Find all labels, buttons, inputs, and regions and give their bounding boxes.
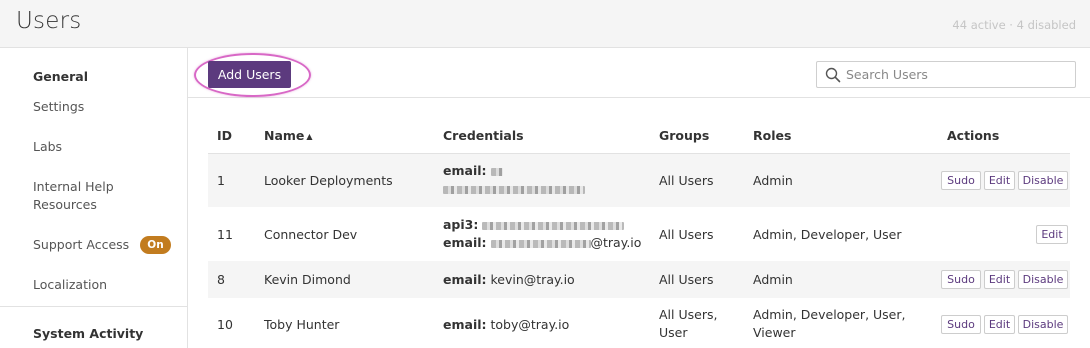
column-header-credentials: Credentials <box>443 128 524 143</box>
user-groups-line1: All Users, <box>659 307 718 322</box>
user-groups: All Users <box>659 173 714 188</box>
sidebar-item-support-access[interactable]: Support Access <box>33 236 129 254</box>
sidebar-item-labs[interactable]: Labs <box>33 138 62 156</box>
column-header-groups: Groups <box>659 128 710 143</box>
user-roles: Admin <box>753 173 793 188</box>
page-header: Users 44 active · 4 disabled <box>0 0 1090 48</box>
column-header-roles: Roles <box>753 128 792 143</box>
user-name: Kevin Dimond <box>264 272 351 287</box>
user-groups: All Users <box>659 227 714 242</box>
search-icon <box>825 67 841 83</box>
edit-button[interactable]: Edit <box>1036 225 1068 244</box>
sidebar-divider <box>0 306 187 307</box>
add-users-button[interactable]: Add Users <box>208 61 291 88</box>
user-roles: Admin <box>753 272 793 287</box>
disable-button[interactable]: Disable <box>1018 270 1068 289</box>
user-roles: Admin, Developer, User <box>753 227 902 242</box>
user-roles-line1: Admin, Developer, User, <box>753 307 906 322</box>
user-groups: All Users <box>659 272 714 287</box>
credential-api3: api3: <box>443 216 625 234</box>
disable-button[interactable]: Disable <box>1018 315 1068 334</box>
user-id: 11 <box>217 227 233 242</box>
credential-email: email: kevin@tray.io <box>443 272 575 287</box>
column-header-name-label: Name <box>264 128 305 143</box>
user-count-summary: 44 active · 4 disabled <box>952 18 1076 32</box>
search-users-field[interactable] <box>816 61 1076 88</box>
edit-button[interactable]: Edit <box>984 315 1015 334</box>
sidebar-section-general: General <box>33 69 88 84</box>
edit-button[interactable]: Edit <box>984 171 1015 190</box>
edit-button[interactable]: Edit <box>984 270 1015 289</box>
user-name: Connector Dev <box>264 227 358 242</box>
user-id: 1 <box>217 173 225 188</box>
credential-email: email: toby@tray.io <box>443 317 570 332</box>
column-header-id: ID <box>217 128 233 143</box>
credential-email: email: @tray.io <box>443 235 642 250</box>
redacted-value <box>490 167 503 176</box>
user-id: 8 <box>217 272 225 287</box>
search-users-input[interactable] <box>846 65 1066 84</box>
sidebar-item-localization[interactable]: Localization <box>33 276 107 294</box>
credential-email: email: <box>443 162 503 180</box>
sudo-button[interactable]: Sudo <box>941 171 981 190</box>
disable-button[interactable]: Disable <box>1018 171 1068 190</box>
sudo-button[interactable]: Sudo <box>941 270 981 289</box>
user-groups-line2: User <box>659 325 688 340</box>
credential-redacted-line <box>443 180 585 198</box>
user-roles-line2: Viewer <box>753 325 796 340</box>
user-id: 10 <box>217 317 233 332</box>
sidebar-item-settings[interactable]: Settings <box>33 98 84 116</box>
support-access-toggle[interactable]: On <box>140 236 171 254</box>
sidebar-section-system-activity[interactable]: System Activity <box>33 326 143 341</box>
page-title: Users <box>16 8 82 34</box>
redacted-value <box>490 239 591 248</box>
user-name: Looker Deployments <box>264 173 393 188</box>
redacted-value <box>482 221 625 230</box>
sudo-button[interactable]: Sudo <box>941 315 981 334</box>
sidebar-item-internal-help-resources[interactable]: Internal Help Resources <box>33 178 143 214</box>
admin-sidebar: General Settings Labs Internal Help Reso… <box>0 48 188 348</box>
user-name: Toby Hunter <box>264 317 340 332</box>
column-header-actions: Actions <box>947 128 1000 143</box>
column-header-name[interactable]: Name ▲ <box>264 128 313 143</box>
sort-ascending-icon: ▲ <box>306 132 313 141</box>
redacted-value <box>443 185 585 194</box>
